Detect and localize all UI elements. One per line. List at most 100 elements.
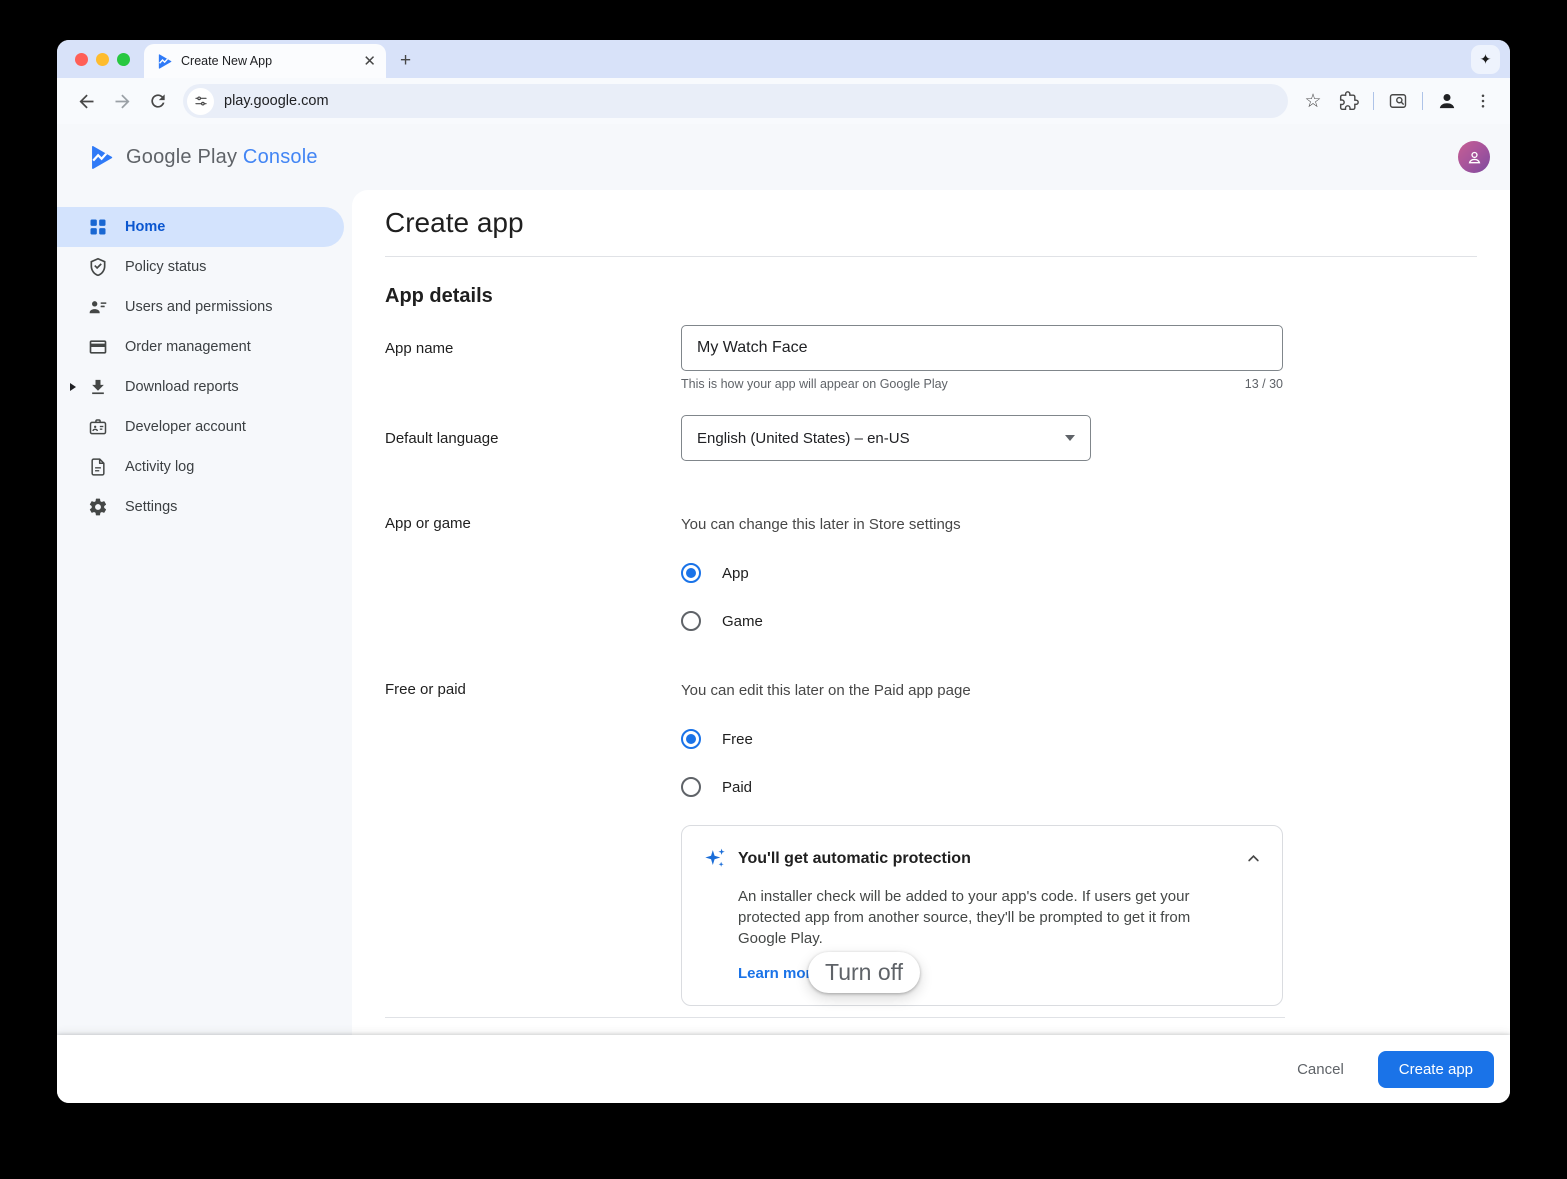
badge-icon bbox=[88, 417, 108, 437]
protection-card-title: You'll get automatic protection bbox=[738, 850, 1244, 868]
automatic-protection-card: You'll get automatic protection An insta… bbox=[681, 825, 1283, 1006]
free-or-paid-hint: You can edit this later on the Paid app … bbox=[681, 681, 1283, 701]
radio-free-label: Free bbox=[722, 731, 753, 748]
play-console-favicon bbox=[156, 53, 173, 70]
default-language-select[interactable]: English (United States) – en-US bbox=[681, 415, 1091, 461]
toolbar-divider bbox=[1373, 92, 1374, 110]
new-tab-button[interactable]: + bbox=[400, 50, 411, 72]
google-play-console-logo[interactable]: Google Play Console bbox=[88, 144, 318, 171]
sidebar-item-developer-account[interactable]: Developer account bbox=[57, 407, 344, 447]
radio-free[interactable] bbox=[681, 729, 701, 749]
sidebar-item-policy-status[interactable]: Policy status bbox=[57, 247, 344, 287]
console-header: Google Play Console bbox=[57, 124, 1510, 190]
sparkle-icon[interactable]: ✦ bbox=[1471, 45, 1500, 74]
free-or-paid-row: Free or paid You can edit this later on … bbox=[385, 681, 1477, 797]
document-icon bbox=[88, 457, 108, 477]
browser-toolbar: play.google.com ☆ bbox=[57, 78, 1510, 124]
traffic-lights bbox=[57, 40, 144, 78]
tab-close-icon[interactable]: ✕ bbox=[363, 54, 376, 69]
address-bar[interactable]: play.google.com bbox=[183, 84, 1288, 118]
sidebar-item-users-permissions[interactable]: Users and permissions bbox=[57, 287, 344, 327]
sidebar-item-settings[interactable]: Settings bbox=[57, 487, 344, 527]
sidebar-item-label: Home bbox=[125, 219, 165, 235]
radio-option-app[interactable]: App bbox=[681, 563, 1283, 583]
tab-strip: Create New App ✕ + ✦ bbox=[57, 40, 1510, 78]
browser-window: Create New App ✕ + ✦ play.google.com ☆ bbox=[57, 40, 1510, 1103]
sidebar-item-home[interactable]: Home bbox=[57, 207, 344, 247]
sidebar: Home Policy status Users and permissions bbox=[57, 190, 352, 1035]
default-language-row: Default language English (United States)… bbox=[385, 415, 1477, 461]
create-app-button[interactable]: Create app bbox=[1378, 1051, 1494, 1088]
sidebar-item-label: Developer account bbox=[125, 419, 246, 435]
sidebar-item-label: Order management bbox=[125, 339, 251, 355]
account-avatar[interactable] bbox=[1458, 141, 1490, 173]
app-name-counter: 13 / 30 bbox=[1245, 377, 1283, 391]
toolbar-divider bbox=[1422, 92, 1423, 110]
menu-dots-icon[interactable] bbox=[1466, 84, 1500, 118]
sidebar-item-download-reports[interactable]: Download reports bbox=[57, 367, 344, 407]
extensions-icon[interactable] bbox=[1332, 84, 1366, 118]
sidebar-search-icon[interactable] bbox=[1381, 84, 1415, 118]
chevron-up-icon[interactable] bbox=[1244, 849, 1263, 868]
gear-icon bbox=[88, 497, 108, 517]
users-icon bbox=[88, 297, 108, 317]
app-or-game-label: App or game bbox=[385, 515, 681, 631]
play-logo-icon bbox=[88, 144, 115, 171]
bookmark-star-icon[interactable]: ☆ bbox=[1296, 84, 1330, 118]
chevron-down-icon bbox=[1065, 435, 1075, 441]
radio-app[interactable] bbox=[681, 563, 701, 583]
radio-paid[interactable] bbox=[681, 777, 701, 797]
forward-icon[interactable] bbox=[105, 84, 139, 118]
reload-icon[interactable] bbox=[141, 84, 175, 118]
default-language-label: Default language bbox=[385, 415, 681, 461]
default-language-value: English (United States) – en-US bbox=[697, 430, 910, 447]
sidebar-item-order-management[interactable]: Order management bbox=[57, 327, 344, 367]
page-title: Create app bbox=[385, 206, 1477, 240]
download-icon bbox=[88, 377, 108, 397]
browser-tab[interactable]: Create New App ✕ bbox=[144, 44, 386, 78]
credit-card-icon bbox=[88, 337, 108, 357]
bottom-action-bar: Cancel Create app bbox=[57, 1035, 1510, 1103]
url-text: play.google.com bbox=[224, 93, 329, 109]
expand-arrow-icon[interactable] bbox=[70, 383, 76, 391]
sidebar-item-label: Policy status bbox=[125, 259, 206, 275]
app-name-label: App name bbox=[385, 325, 681, 391]
main-content: Create app App details App name This is … bbox=[352, 190, 1510, 1035]
radio-option-game[interactable]: Game bbox=[681, 611, 1283, 631]
back-icon[interactable] bbox=[69, 84, 103, 118]
radio-game[interactable] bbox=[681, 611, 701, 631]
radio-app-label: App bbox=[722, 565, 749, 582]
free-or-paid-label: Free or paid bbox=[385, 681, 681, 797]
divider bbox=[385, 1017, 1285, 1018]
shield-check-icon bbox=[88, 257, 108, 277]
turn-off-button[interactable]: Turn off bbox=[808, 952, 920, 993]
minimize-window-button[interactable] bbox=[96, 53, 109, 66]
section-title: App details bbox=[385, 283, 1477, 309]
zoom-window-button[interactable] bbox=[117, 53, 130, 66]
close-window-button[interactable] bbox=[75, 53, 88, 66]
app-name-input[interactable] bbox=[681, 325, 1283, 371]
sidebar-item-label: Users and permissions bbox=[125, 299, 272, 315]
sparkles-icon bbox=[701, 845, 728, 872]
app-or-game-hint: You can change this later in Store setti… bbox=[681, 515, 1283, 535]
app-name-helper: This is how your app will appear on Goog… bbox=[681, 377, 948, 391]
profile-icon[interactable] bbox=[1430, 84, 1464, 118]
cancel-button[interactable]: Cancel bbox=[1283, 1053, 1358, 1086]
radio-game-label: Game bbox=[722, 613, 763, 630]
radio-option-paid[interactable]: Paid bbox=[681, 777, 1283, 797]
site-settings-icon[interactable] bbox=[187, 88, 214, 115]
radio-option-free[interactable]: Free bbox=[681, 729, 1283, 749]
logo-text: Google Play Console bbox=[126, 146, 318, 169]
sidebar-item-label: Activity log bbox=[125, 459, 194, 475]
app-name-row: App name This is how your app will appea… bbox=[385, 325, 1477, 391]
protection-card-body: An installer check will be added to your… bbox=[738, 886, 1210, 949]
app-or-game-row: App or game You can change this later in… bbox=[385, 515, 1477, 631]
tab-title: Create New App bbox=[181, 54, 355, 68]
divider bbox=[385, 256, 1477, 257]
console-body: Home Policy status Users and permissions bbox=[57, 190, 1510, 1035]
sidebar-item-label: Download reports bbox=[125, 379, 239, 395]
radio-paid-label: Paid bbox=[722, 779, 752, 796]
sidebar-item-label: Settings bbox=[125, 499, 177, 515]
grid-icon bbox=[88, 217, 108, 237]
sidebar-item-activity-log[interactable]: Activity log bbox=[57, 447, 344, 487]
